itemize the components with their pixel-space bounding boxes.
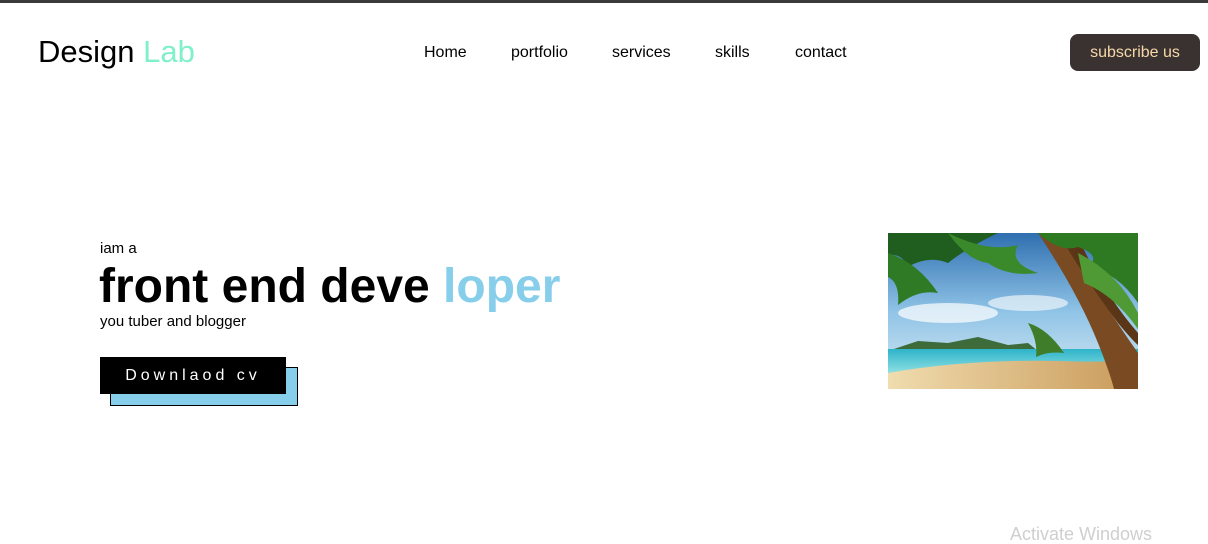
nav-link-services[interactable]: services [612,42,671,64]
subscribe-button[interactable]: subscribe us [1070,34,1200,71]
top-border [0,0,1208,3]
main-nav: Home portfolio services skills contact [0,42,1208,64]
hero-title-main: front end deve [99,260,430,313]
nav-link-portfolio[interactable]: portfolio [511,42,568,64]
windows-activation-watermark: Activate Windows [1010,524,1153,544]
download-cv-button[interactable]: Downlaod cv [100,357,286,394]
hero-title-accent: loper [443,260,561,313]
hero-intro: iam a [100,240,137,257]
nav-link-contact[interactable]: contact [795,42,847,64]
nav-link-skills[interactable]: skills [715,42,750,64]
nav-link-home[interactable]: Home [424,42,467,64]
hero-beach-image [888,233,1138,389]
hero-subtitle: you tuber and blogger [100,313,246,330]
hero-title: front end deve loper [99,260,560,314]
